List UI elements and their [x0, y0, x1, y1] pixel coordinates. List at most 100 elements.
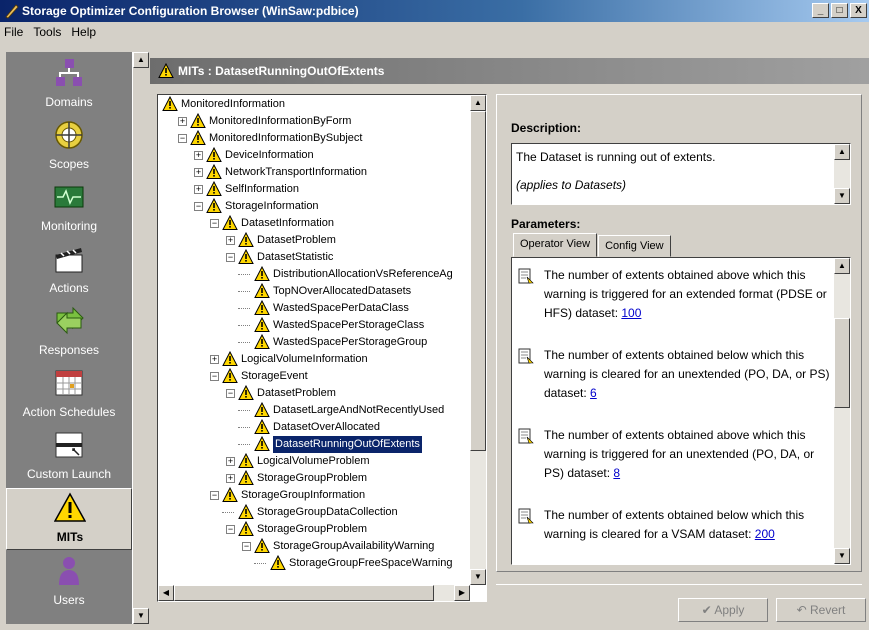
tab-config-view[interactable]: Config View	[598, 235, 671, 257]
collapse-icon[interactable]: −	[178, 134, 187, 143]
nav-item-action-schedules[interactable]: Action Schedules	[6, 364, 132, 426]
collapse-icon[interactable]: −	[226, 389, 235, 398]
nav-item-responses[interactable]: Responses	[6, 302, 132, 364]
warning-icon	[222, 486, 238, 503]
nav-label-scopes: Scopes	[48, 157, 90, 171]
expand-icon[interactable]: +	[178, 117, 187, 126]
collapse-icon[interactable]: −	[194, 202, 203, 211]
tree-node-label: StorageGroupFreeSpaceWarning	[289, 557, 453, 569]
tree-vertical-scrollbar[interactable]: ▲ ▼	[470, 95, 486, 585]
tree-connector	[238, 427, 250, 428]
warning-icon	[158, 63, 174, 78]
parameter-note-icon	[518, 348, 534, 364]
parameter-text: The number of extents obtained below whi…	[544, 348, 830, 400]
nav-item-monitoring[interactable]: Monitoring	[6, 178, 132, 240]
tab-operator-view[interactable]: Operator View	[513, 233, 598, 257]
expand-icon[interactable]: +	[194, 168, 203, 177]
nav-label-custom-launch: Custom Launch	[26, 467, 112, 481]
tree-vscroll-thumb[interactable]	[470, 111, 486, 451]
parameter-value-link[interactable]: 200	[755, 527, 775, 541]
nav-item-mits[interactable]: MITs	[6, 488, 132, 550]
parameter-value-link[interactable]: 8	[613, 466, 620, 480]
description-box: The Dataset is running out of extents. (…	[511, 143, 851, 205]
close-button[interactable]: X	[850, 3, 867, 18]
nav-scrollbar[interactable]: ▲ ▼	[132, 52, 149, 624]
domains-icon	[56, 59, 82, 86]
parameter-text: The number of extents obtained above whi…	[544, 428, 815, 480]
parameters-scroll-thumb[interactable]	[834, 318, 850, 408]
warning-icon	[254, 418, 270, 435]
parameter-value-link[interactable]: 100	[621, 306, 641, 320]
tree-connector	[222, 512, 234, 513]
menu-file[interactable]: File	[0, 22, 29, 42]
parameter-note-icon	[518, 508, 534, 524]
parameters-tabs: Operator View Config View	[513, 233, 672, 257]
action-schedules-icon	[55, 370, 83, 396]
description-scroll-up-button[interactable]: ▲	[834, 144, 850, 160]
tree-scroll-down-button[interactable]: ▼	[470, 569, 486, 585]
collapse-icon[interactable]: −	[210, 372, 219, 381]
parameter-item: The number of extents obtained below whi…	[518, 506, 830, 544]
parameters-list: The number of extents obtained above whi…	[511, 257, 851, 565]
nav-item-actions[interactable]: Actions	[6, 240, 132, 302]
nav-item-users[interactable]: Users	[6, 552, 132, 614]
nav-scroll-up-button[interactable]: ▲	[133, 52, 149, 68]
tree-scroll-up-button[interactable]: ▲	[470, 95, 486, 111]
parameters-scrollbar[interactable]: ▲ ▼	[834, 258, 850, 564]
button-separator	[496, 584, 862, 585]
tree-node-label: WastedSpacePerDataClass	[273, 302, 409, 314]
tree-node-label: DatasetLargeAndNotRecentlyUsed	[273, 404, 445, 416]
tree-connector	[238, 342, 250, 343]
parameter-item: The number of extents obtained below whi…	[518, 346, 830, 403]
maximize-button[interactable]: □	[831, 3, 848, 18]
nav-item-custom-launch[interactable]: Custom Launch	[6, 426, 132, 488]
collapse-icon[interactable]: −	[210, 219, 219, 228]
tree-node-label: StorageGroupProblem	[257, 523, 368, 535]
page-title: MITs : DatasetRunningOutOfExtents	[178, 64, 385, 78]
expand-icon[interactable]: +	[210, 355, 219, 364]
parameters-scroll-up-button[interactable]: ▲	[834, 258, 850, 274]
tree-scroll-right-button[interactable]: ▶	[454, 585, 470, 601]
description-scroll-down-button[interactable]: ▼	[834, 188, 850, 204]
warning-icon	[270, 554, 286, 571]
expand-icon[interactable]: +	[226, 474, 235, 483]
menu-tools[interactable]: Tools	[29, 22, 67, 42]
tree-hscroll-thumb[interactable]	[174, 585, 434, 601]
monitoring-icon	[54, 186, 84, 208]
tree-node-label: MonitoredInformationByForm	[209, 115, 352, 127]
tree-node-label: MonitoredInformationBySubject	[209, 132, 363, 144]
collapse-icon[interactable]: −	[226, 525, 235, 534]
revert-button[interactable]: ↶ Revert	[776, 598, 866, 622]
expand-icon[interactable]: +	[226, 236, 235, 245]
tree-node-label: WastedSpacePerStorageClass	[273, 319, 425, 331]
parameter-value-link[interactable]: 6	[590, 386, 597, 400]
description-scrollbar[interactable]: ▲ ▼	[834, 144, 850, 204]
minimize-button[interactable]: _	[812, 3, 829, 18]
tree-node-label: DatasetProblem	[257, 387, 336, 399]
warning-icon	[162, 95, 178, 112]
tree-node-label: DatasetProblem	[257, 234, 336, 246]
warning-icon	[206, 146, 222, 163]
tree-node-label: StorageGroupDataCollection	[257, 506, 398, 518]
description-applies: (applies to Datasets)	[516, 178, 627, 192]
tree-node-label: StorageInformation	[225, 200, 319, 212]
warning-icon	[206, 197, 222, 214]
warning-icon	[222, 214, 238, 231]
nav-item-domains[interactable]: Domains	[6, 54, 132, 116]
tree-horizontal-scrollbar[interactable]: ◀ ▶	[158, 585, 470, 601]
nav-scroll-down-button[interactable]: ▼	[133, 608, 149, 624]
parameters-scroll-down-button[interactable]: ▼	[834, 548, 850, 564]
nav-item-scopes[interactable]: Scopes	[6, 116, 132, 178]
collapse-icon[interactable]: −	[210, 491, 219, 500]
warning-icon	[222, 350, 238, 367]
warning-icon	[238, 248, 254, 265]
expand-icon[interactable]: +	[194, 185, 203, 194]
expand-icon[interactable]: +	[194, 151, 203, 160]
apply-button[interactable]: ✔ Apply	[678, 598, 768, 622]
tree-scroll-left-button[interactable]: ◀	[158, 585, 174, 601]
warning-icon	[238, 452, 254, 469]
menu-help[interactable]: Help	[67, 22, 102, 42]
expand-icon[interactable]: +	[226, 457, 235, 466]
collapse-icon[interactable]: −	[242, 542, 251, 551]
collapse-icon[interactable]: −	[226, 253, 235, 262]
